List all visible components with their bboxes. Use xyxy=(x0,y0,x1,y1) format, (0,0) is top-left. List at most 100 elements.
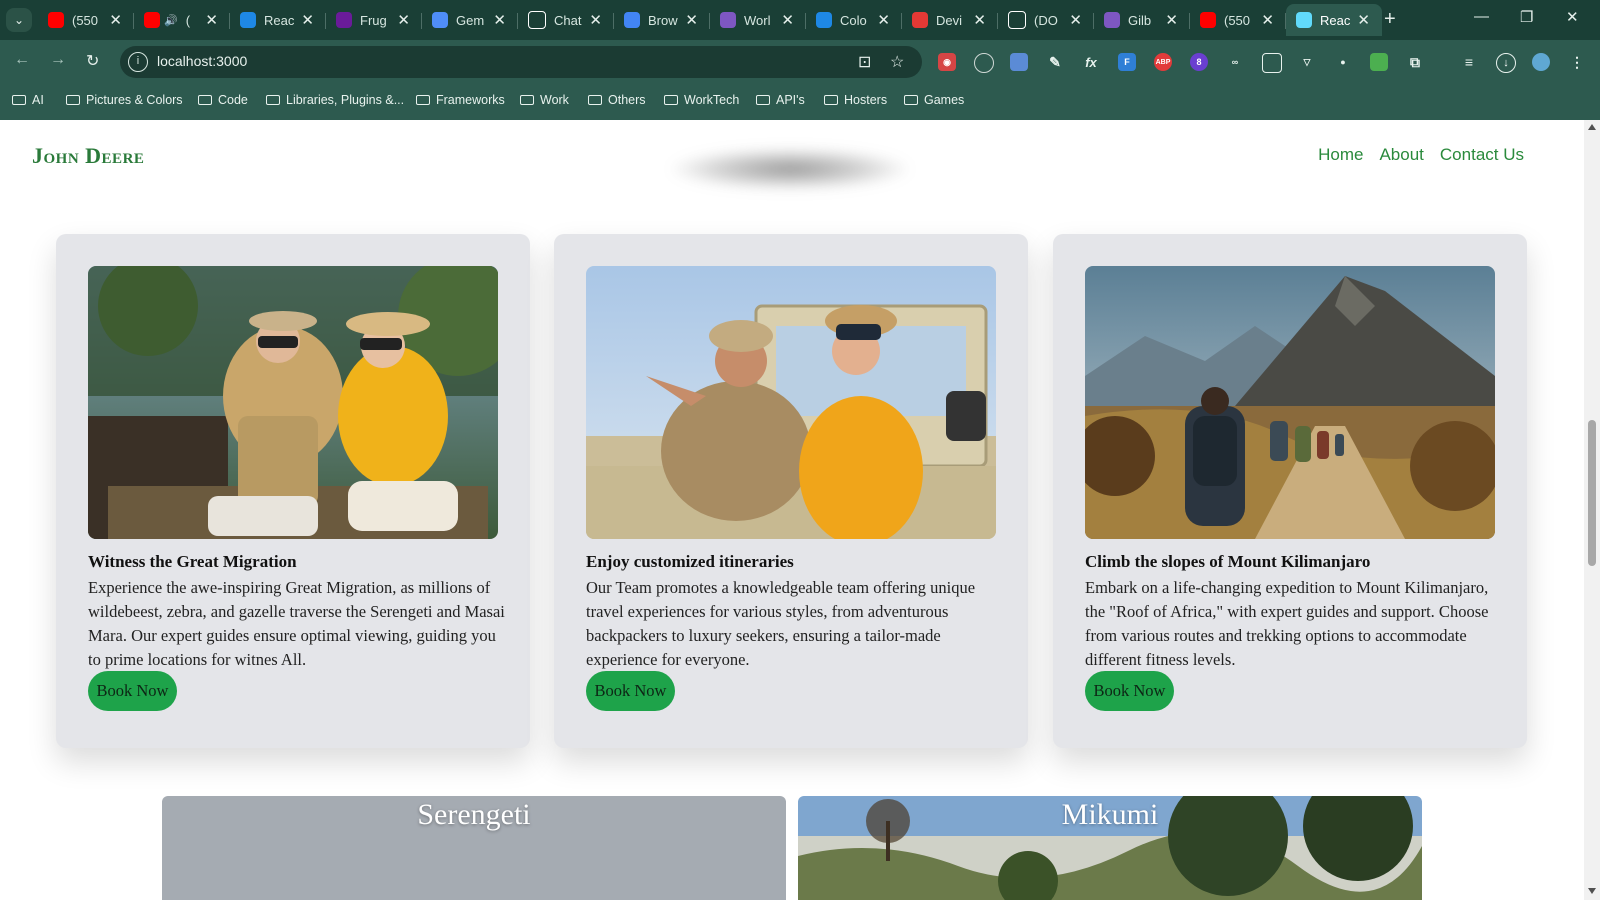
nav-contact-link[interactable]: Contact Us xyxy=(1440,145,1524,165)
browser-tab[interactable]: (550 ✕ xyxy=(1190,4,1286,36)
extension-icon-3[interactable] xyxy=(1010,53,1028,71)
browser-tab-bar: ⌄ (550 ✕ 🔊(✕ Reac ✕ Frug ✕ Gem ✕ Chat ✕ Brow ✕ Worl ✕ C… xyxy=(0,0,1600,40)
bookmark-folder[interactable]: Frameworks xyxy=(416,93,505,107)
extension-icon-1[interactable]: ◉ xyxy=(938,53,956,71)
restore-button[interactable]: ❐ xyxy=(1520,8,1533,26)
extension-icon-box[interactable] xyxy=(1262,53,1282,73)
eyedropper-icon[interactable]: ✎ xyxy=(1046,53,1064,71)
close-tab-icon[interactable]: ✕ xyxy=(205,11,218,29)
close-tab-icon[interactable]: ✕ xyxy=(1357,11,1370,29)
adblock-icon[interactable]: ABP xyxy=(1154,53,1172,71)
book-now-button[interactable]: Book Now xyxy=(586,671,675,711)
browser-tab[interactable]: Colo ✕ xyxy=(806,4,902,36)
bookmark-folder[interactable]: Pictures & Colors xyxy=(66,93,183,107)
extension-icon-dark[interactable]: ● xyxy=(1334,53,1352,71)
browser-tab[interactable]: (DO ✕ xyxy=(998,4,1094,36)
browser-tab[interactable]: Brow ✕ xyxy=(614,4,710,36)
address-bar[interactable]: i localhost:3000 ⊡ ☆ xyxy=(120,46,922,78)
close-tab-icon[interactable]: ✕ xyxy=(493,11,506,29)
extension-icon-f[interactable]: F xyxy=(1118,53,1136,71)
site-info-icon[interactable]: i xyxy=(128,52,148,72)
book-now-button[interactable]: Book Now xyxy=(1085,671,1174,711)
browser-tab[interactable]: (550 ✕ xyxy=(38,4,134,36)
vue-icon[interactable]: ▽ xyxy=(1298,53,1316,71)
bookmark-folder[interactable]: Code xyxy=(198,93,248,107)
reload-button[interactable]: ↻ xyxy=(86,51,99,71)
browser-tab[interactable]: Gilb ✕ xyxy=(1094,4,1190,36)
bookmark-folder[interactable]: Libraries, Plugins &... xyxy=(266,93,404,107)
close-tab-icon[interactable]: ✕ xyxy=(973,11,986,29)
browser-tab[interactable]: Reac ✕ xyxy=(230,4,326,36)
bookmark-folder[interactable]: Hosters xyxy=(824,93,887,107)
close-tab-icon[interactable]: ✕ xyxy=(1261,11,1274,29)
profile-avatar[interactable] xyxy=(1532,53,1550,71)
browser-tab[interactable]: Gem ✕ xyxy=(422,4,518,36)
book-now-button[interactable]: Book Now xyxy=(88,671,177,711)
react-icon xyxy=(1296,12,1312,28)
bookmark-label: Libraries, Plugins &... xyxy=(286,93,405,107)
close-tab-icon[interactable]: ✕ xyxy=(397,11,410,29)
extension-badge-icon[interactable]: 8 xyxy=(1190,53,1208,71)
minimize-button[interactable]: — xyxy=(1474,8,1489,25)
browser-tab[interactable]: Frug ✕ xyxy=(326,4,422,36)
folder-icon xyxy=(904,95,918,105)
bookmark-folder[interactable]: AI xyxy=(12,93,44,107)
install-app-icon[interactable]: ⊡ xyxy=(858,52,871,72)
close-tab-icon[interactable]: ✕ xyxy=(109,11,122,29)
new-tab-button[interactable]: + xyxy=(1384,8,1396,31)
close-tab-icon[interactable]: ✕ xyxy=(1069,11,1082,29)
bookmark-folder[interactable]: Work xyxy=(520,93,569,107)
kilimanjaro-hikers-photo xyxy=(1085,266,1495,539)
color-icon xyxy=(816,12,832,28)
bookmark-star-icon[interactable]: ☆ xyxy=(890,52,904,72)
browser-tab[interactable]: Reac ✕ xyxy=(1286,4,1382,36)
menu-kebab-icon[interactable]: ⋮ xyxy=(1568,53,1586,71)
destination-mikumi[interactable]: Mikumi xyxy=(798,796,1422,900)
close-tab-icon[interactable]: ✕ xyxy=(781,11,794,29)
media-control-icon[interactable]: ≡ xyxy=(1460,53,1478,71)
bookmark-folder[interactable]: API's xyxy=(756,93,805,107)
browser-tab[interactable]: Chat ✕ xyxy=(518,4,614,36)
bookmark-folder[interactable]: WorkTech xyxy=(664,93,739,107)
back-button[interactable]: ← xyxy=(14,51,30,69)
download-icon[interactable]: ↓ xyxy=(1496,53,1516,73)
tab-title: (550 xyxy=(1224,12,1251,28)
extension-icon-2[interactable] xyxy=(974,53,994,73)
close-tab-icon[interactable]: ✕ xyxy=(1165,11,1178,29)
bookmark-folder[interactable]: Others xyxy=(588,93,646,107)
bookmark-folder[interactable]: Games xyxy=(904,93,964,107)
bookmark-label: Games xyxy=(924,93,965,107)
forward-button[interactable]: → xyxy=(50,51,66,69)
site-nav: Home About Contact Us xyxy=(1318,145,1524,165)
close-tab-icon[interactable]: ✕ xyxy=(301,11,314,29)
scroll-thumb[interactable] xyxy=(1588,420,1596,566)
destination-serengeti[interactable]: Serengeti xyxy=(162,796,786,900)
audio-playing-icon[interactable]: 🔊 xyxy=(164,14,178,27)
bookmark-label: Hosters xyxy=(844,93,888,107)
close-window-button[interactable]: ✕ xyxy=(1566,8,1579,26)
nav-about-link[interactable]: About xyxy=(1379,145,1423,165)
close-tab-icon[interactable]: ✕ xyxy=(685,11,698,29)
tab-search-button[interactable]: ⌄ xyxy=(6,8,32,32)
browser-tab[interactable]: Worl ✕ xyxy=(710,4,806,36)
close-tab-icon[interactable]: ✕ xyxy=(877,11,890,29)
folder-icon xyxy=(664,95,678,105)
scroll-down-arrow[interactable] xyxy=(1588,888,1596,894)
card-kilimanjaro: Climb the slopes of Mount Kilimanjaro Em… xyxy=(1053,234,1527,748)
close-tab-icon[interactable]: ✕ xyxy=(589,11,602,29)
tab-title: Frug xyxy=(360,12,387,28)
extensions-puzzle-icon[interactable]: ⧉ xyxy=(1406,53,1424,71)
youtube-icon xyxy=(48,12,64,28)
john-deere-logo[interactable]: John Deere xyxy=(32,143,144,169)
fx-icon[interactable]: fx xyxy=(1082,53,1100,71)
extension-badge-count: 8 xyxy=(1196,57,1202,67)
nav-home-link[interactable]: Home xyxy=(1318,145,1363,165)
browser-tab[interactable]: 🔊(✕ xyxy=(134,4,230,36)
page-scrollbar[interactable] xyxy=(1584,120,1600,900)
extension-icon-green[interactable] xyxy=(1370,53,1388,71)
scroll-up-arrow[interactable] xyxy=(1588,124,1596,130)
browser-toolbar: ← → ↻ i localhost:3000 ⊡ ☆ ◉ ✎ fx F ABP … xyxy=(0,40,1600,84)
browser-tab[interactable]: Devi ✕ xyxy=(902,4,998,36)
tab-title: (DO xyxy=(1034,12,1058,28)
glasses-icon[interactable]: ∞ xyxy=(1226,53,1244,71)
